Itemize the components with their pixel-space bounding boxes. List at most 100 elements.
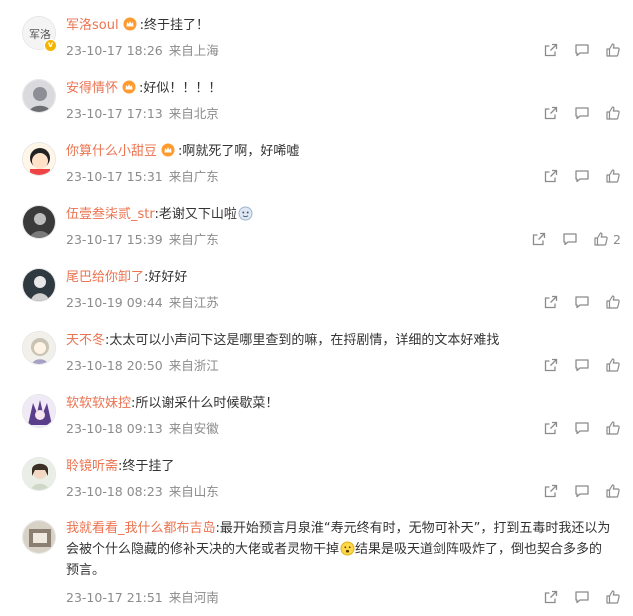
username-link[interactable]: 伍壹叁柒贰_str [66, 207, 155, 222]
reply-button[interactable] [574, 589, 590, 605]
comment-date: 23-10-17 15:39 [66, 232, 163, 247]
comment-meta: 23-10-18 08:23 来自山东 [66, 481, 219, 500]
reply-button[interactable] [574, 420, 590, 436]
comment-actions [528, 589, 621, 605]
comment-location: 来自浙江 [168, 358, 219, 373]
comment-location: 来自北京 [168, 106, 219, 121]
comment-date: 23-10-17 18:26 [66, 43, 163, 58]
reply-button[interactable] [574, 357, 590, 373]
like-button[interactable] [605, 168, 621, 184]
like-button[interactable] [605, 105, 621, 121]
comment-actions [528, 357, 621, 373]
share-button[interactable] [543, 105, 559, 121]
comment-date: 23-10-17 21:51 [66, 590, 163, 605]
share-button[interactable] [531, 231, 547, 247]
comment-location: 来自上海 [168, 43, 219, 58]
comment-actions [528, 168, 621, 184]
thumbs-up-icon [606, 295, 620, 309]
share-button[interactable] [543, 420, 559, 436]
share-button[interactable] [543, 589, 559, 605]
comment-text: 好好好 [148, 270, 188, 285]
comment-location: 来自山东 [168, 484, 219, 499]
thumbs-up-icon [606, 590, 620, 604]
comment-meta: 23-10-18 09:13 来自安徽 [66, 418, 219, 437]
comment-location: 来自河南 [168, 590, 219, 605]
crown-icon [161, 143, 175, 157]
share-button[interactable] [543, 357, 559, 373]
comment-item: 安得情怀:好似！！！！ 23-10-17 17:13 来自北京 [0, 75, 633, 125]
avatar[interactable] [22, 142, 56, 176]
reply-button[interactable] [574, 294, 590, 310]
reply-icon [563, 233, 577, 246]
like-button[interactable] [605, 357, 621, 373]
reply-icon [575, 44, 589, 57]
comment-line: 软软软妹控:所以谢采什么时候歇菜！ [66, 394, 615, 414]
like-button[interactable] [605, 483, 621, 499]
avatar[interactable] [22, 394, 56, 428]
comment-item: 你算什么小甜豆:啊就死了啊，好唏嘘 23-10-17 15:31 来自广东 [0, 138, 633, 188]
comment-text: 啊就死了啊，好唏嘘 [182, 144, 300, 159]
comment-actions [528, 483, 621, 499]
like-button[interactable] [605, 294, 621, 310]
share-button[interactable] [543, 42, 559, 58]
username-link[interactable]: 军洛soul [66, 18, 119, 33]
reply-icon [575, 296, 589, 309]
comment-actions [528, 294, 621, 310]
thumbs-up-icon [606, 358, 620, 372]
reply-button[interactable] [574, 168, 590, 184]
share-button[interactable] [543, 294, 559, 310]
share-icon [544, 358, 558, 372]
avatar[interactable] [22, 457, 56, 491]
comment-item: 聆镜听斋:终于挂了 23-10-18 08:23 来自山东 [0, 453, 633, 503]
username-link[interactable]: 尾巴给你卸了 [66, 270, 144, 285]
reply-button[interactable] [574, 483, 590, 499]
avatar[interactable] [22, 268, 56, 302]
like-button[interactable] [593, 231, 609, 247]
reply-icon [575, 107, 589, 120]
avatar[interactable] [22, 205, 56, 239]
comment-line: 你算什么小甜豆:啊就死了啊，好唏嘘 [66, 142, 615, 162]
username-link[interactable]: 你算什么小甜豆 [66, 144, 157, 159]
thumbs-up-icon [606, 106, 620, 120]
share-button[interactable] [543, 483, 559, 499]
username-link[interactable]: 安得情怀 [66, 81, 118, 96]
comment-text: 老谢又下山啦 [158, 207, 237, 222]
crown-icon [122, 80, 136, 94]
username-link[interactable]: 我就看看_我什么都布吉岛 [66, 521, 216, 536]
username-link[interactable]: 天不冬 [66, 333, 105, 348]
thumbs-up-icon [606, 484, 620, 498]
thumbs-up-icon [594, 232, 608, 246]
like-button[interactable] [605, 42, 621, 58]
comment-item: 软软软妹控:所以谢采什么时候歇菜！ 23-10-18 09:13 来自安徽 [0, 390, 633, 440]
username-link[interactable]: 聆镜听斋 [66, 459, 118, 474]
comment-location: 来自江苏 [168, 295, 219, 310]
avatar[interactable] [22, 331, 56, 365]
comment-line: 军洛soul:终于挂了！ [66, 16, 615, 36]
like-button[interactable] [605, 589, 621, 605]
comment-actions [528, 420, 621, 436]
username-link[interactable]: 软软软妹控 [66, 396, 131, 411]
like-count: 2 [613, 231, 621, 247]
share-icon [544, 169, 558, 183]
avatar[interactable] [22, 79, 56, 113]
comment-meta: 23-10-17 15:39 来自广东 [66, 229, 219, 248]
comment-text: 终于挂了！ [143, 18, 209, 33]
comment-text: 太太可以小声问下这是哪里查到的嘛，在捋剧情，详细的文本好难找 [109, 333, 500, 348]
comment-text: 好似！！！！ [143, 81, 222, 96]
reply-button[interactable] [574, 105, 590, 121]
reply-button[interactable] [574, 42, 590, 58]
share-icon [544, 295, 558, 309]
crown-icon [123, 17, 137, 31]
share-button[interactable] [543, 168, 559, 184]
thumbs-up-icon [606, 169, 620, 183]
like-button[interactable] [605, 420, 621, 436]
reply-button[interactable] [562, 231, 578, 247]
comment-meta: 23-10-17 17:13 来自北京 [66, 103, 219, 122]
comment-line: 天不冬:太太可以小声问下这是哪里查到的嘛，在捋剧情，详细的文本好难找 [66, 331, 615, 351]
comment-date: 23-10-19 09:44 [66, 295, 163, 310]
avatar[interactable] [22, 520, 56, 554]
verified-badge-icon: v [44, 39, 57, 52]
emoji-icon [238, 206, 253, 221]
comment-item: 尾巴给你卸了:好好好 23-10-19 09:44 来自江苏 [0, 264, 633, 314]
comment-item: 军洛 v 军洛soul:终于挂了！ 23-10-17 18:26 来自上海 [0, 12, 633, 62]
